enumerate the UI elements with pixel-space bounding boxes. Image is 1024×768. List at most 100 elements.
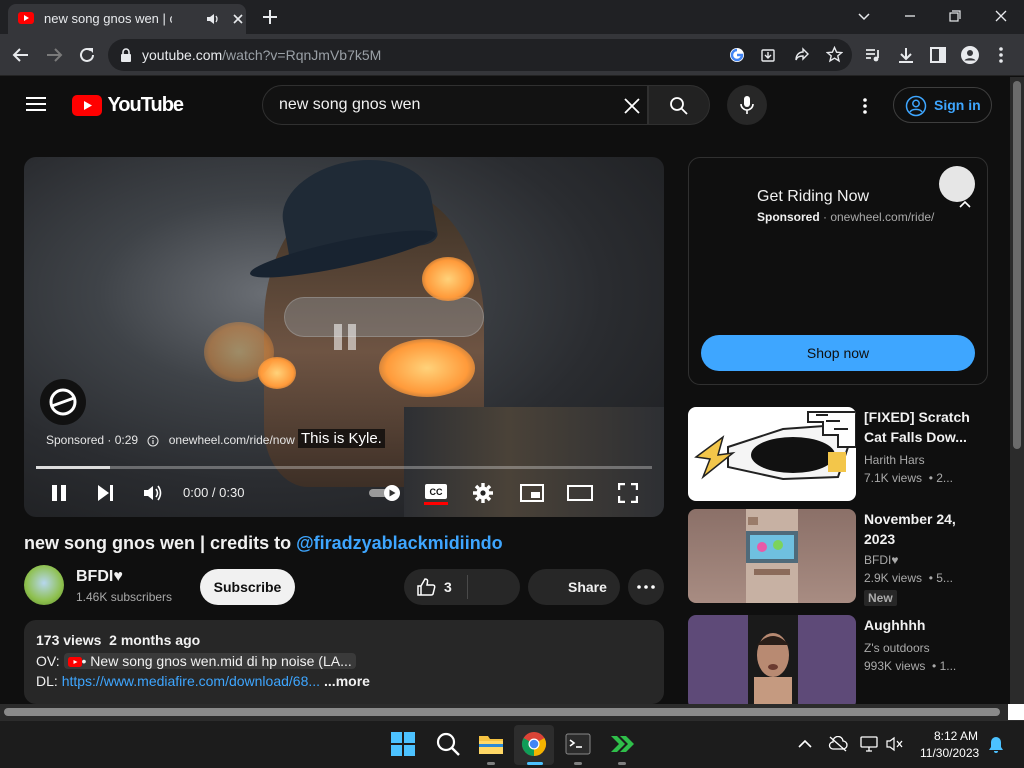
miniplayer-icon[interactable] [520,484,544,502]
volume-icon[interactable] [143,483,163,503]
minimize-icon[interactable] [902,8,918,24]
download-link[interactable]: https://www.mediafire.com/download/68... [62,673,320,689]
tab-close-icon[interactable] [232,13,244,25]
voice-search-button[interactable] [727,85,767,125]
like-count[interactable]: 3 [444,579,452,595]
network-icon[interactable] [860,736,878,752]
ad-sponsored-time: Sponsored · 0:29 [46,433,139,447]
windows-start-icon[interactable] [390,731,418,759]
file-explorer-icon[interactable] [478,731,506,759]
install-app-icon[interactable] [760,47,776,63]
forward-icon[interactable] [45,46,63,64]
recommendation-item[interactable]: Aughhhh Z's outdoors 993K views • 1... [688,615,998,704]
bookmark-star-icon[interactable] [826,46,843,63]
vertical-scrollbar-thumb[interactable] [1013,81,1021,449]
restore-icon[interactable] [947,8,963,24]
share-button[interactable]: Share [528,569,620,605]
search-input[interactable]: new song gnos wen [279,96,420,114]
recommendation-thumbnail[interactable] [688,407,856,501]
account-icon [905,95,927,117]
ad-title[interactable]: Get Riding Now [757,188,869,206]
browser-tab[interactable]: new song gnos wen | credits [8,4,246,34]
reload-icon[interactable] [78,46,96,64]
video-title-mention-link[interactable]: @firadzyablackmidiindo [296,533,503,553]
ad-sponsored-label: Sponsored [757,210,820,224]
vertical-scrollbar[interactable] [1010,77,1024,704]
recommendation-thumbnail[interactable] [688,615,856,704]
chrome-menu-icon[interactable] [998,46,1004,64]
more-actions-button[interactable] [628,569,664,605]
linked-video-chip[interactable]: • New song gnos wen.mid di hp noise (LA.… [63,653,356,669]
ad-menu-button[interactable] [939,166,975,202]
horizontal-scrollbar[interactable] [0,704,1008,720]
media-control-icon[interactable] [864,46,882,64]
tab-search-chevron-icon[interactable] [856,8,872,24]
next-video-icon[interactable] [97,484,115,502]
shop-now-button[interactable]: Shop now [701,335,975,371]
ad-url-link[interactable]: onewheel.com/ride/now [169,433,295,447]
address-bar[interactable]: youtube.com/watch?v=RqnJmVb7k5M [108,39,852,71]
profile-icon[interactable] [960,45,980,65]
description-box[interactable]: 173 views 2 months ago OV: • New song gn… [24,620,664,704]
window-close-icon[interactable] [993,8,1009,24]
terminal-icon[interactable] [565,731,593,759]
cloud-offline-icon[interactable] [828,736,848,752]
show-hidden-icons-chevron-icon[interactable] [798,739,812,749]
progress-bar[interactable] [36,466,652,469]
sign-in-button[interactable]: Sign in [893,87,992,123]
show-more-link[interactable]: ...more [324,673,370,689]
video-player[interactable]: Sponsored · 0:29 onewheel.com/ride/now T… [24,157,664,517]
guide-menu-icon[interactable] [26,96,46,112]
lock-icon[interactable] [120,48,132,62]
youtube-logo[interactable]: YouTube [72,94,184,117]
back-icon[interactable] [12,46,30,64]
pause-icon[interactable] [51,484,67,502]
advertiser-logo-icon[interactable] [40,379,86,425]
recommendation-thumbnail[interactable] [688,509,856,603]
speaker-muted-icon[interactable] [886,736,904,752]
notification-bell-icon[interactable] [988,736,1004,754]
clock-time[interactable]: 8:12 AM [934,729,978,743]
recommendation-title[interactable]: Aughhhh [864,615,988,635]
youtube-page: YouTube new song gnos wen Sign in Sponso… [0,77,1010,704]
channel-name[interactable]: BFDI♥ [76,568,123,586]
downloads-icon[interactable] [897,46,915,64]
sidebar-ad[interactable]: Get Riding Now Sponsored · onewheel.com/… [688,157,988,385]
recommendation-channel[interactable]: BFDI♥ [864,553,898,567]
browser-tab-bar: new song gnos wen | credits [0,0,1024,34]
recommendation-title[interactable]: November 24, 2023 [864,509,988,549]
fullscreen-icon[interactable] [618,483,638,503]
app-chevrons-icon[interactable] [609,731,637,759]
video-title-text: new song gnos wen | credits to [24,533,297,553]
google-lens-icon[interactable] [728,46,746,64]
taskbar-search-icon[interactable] [435,731,463,759]
info-icon[interactable] [147,435,159,447]
clear-search-icon[interactable] [623,97,641,115]
ad-collapse-chevron-icon[interactable] [959,200,971,208]
search-box[interactable]: new song gnos wen [262,85,648,125]
url-path: /watch?v=RqnJmVb7k5M [222,47,382,63]
tab-title: new song gnos wen | credits [44,11,172,26]
new-tab-icon[interactable] [262,9,278,25]
theater-mode-icon[interactable] [567,485,593,501]
settings-more-icon[interactable] [862,97,868,115]
chrome-taskbar-icon[interactable] [521,731,549,759]
channel-avatar[interactable] [24,565,64,605]
recommendation-item[interactable]: November 24, 2023 BFDI♥ 2.9K views • 5..… [688,509,998,606]
settings-gear-icon[interactable] [473,483,493,503]
recommendation-channel[interactable]: Harith Hars [864,453,925,467]
like-icon[interactable] [416,577,436,597]
recommendation-title[interactable]: [FIXED] Scratch Cat Falls Dow... [864,407,988,447]
search-button[interactable] [648,85,710,125]
clock-date[interactable]: 11/30/2023 [920,746,979,760]
autoplay-toggle-icon[interactable] [368,484,402,502]
horizontal-scrollbar-thumb[interactable] [4,708,1000,716]
subscribe-button[interactable]: Subscribe [200,569,295,605]
side-panel-icon[interactable] [929,46,947,64]
recommendation-channel[interactable]: Z's outdoors [864,641,930,655]
captions-icon[interactable]: CC [424,483,448,505]
tab-audio-icon[interactable] [206,13,220,25]
recommendation-item[interactable]: [FIXED] Scratch Cat Falls Dow... Harith … [688,407,998,503]
share-page-icon[interactable] [794,47,810,63]
more-horizontal-icon [637,585,655,589]
